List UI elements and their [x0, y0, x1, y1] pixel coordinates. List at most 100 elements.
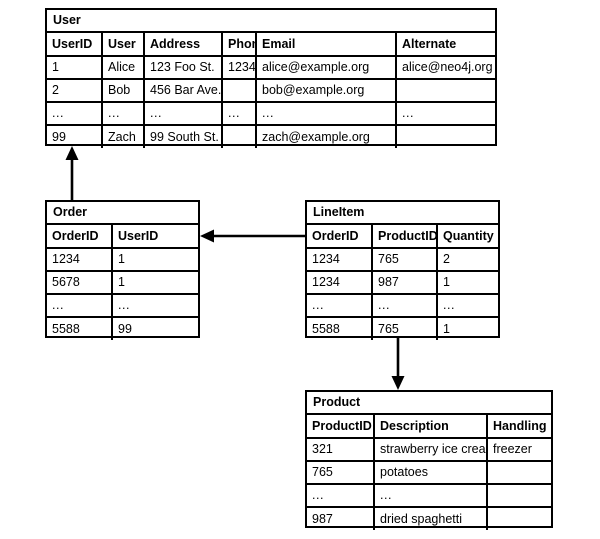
cell-description: strawberry ice cream	[374, 438, 488, 462]
cell-userid: 1	[112, 271, 198, 295]
cell-orderid: 1234	[307, 248, 373, 272]
cell-email: zach@example.org	[256, 125, 397, 148]
cell-productid: 765	[372, 248, 438, 272]
cell-phone	[222, 125, 257, 148]
table-row[interactable]: 2 Bob 456 Bar Ave. bob@example.org	[47, 79, 495, 103]
table-header-row: OrderID ProductID Quantity	[307, 225, 498, 249]
table-row[interactable]: 5678 1	[47, 271, 198, 295]
arrowhead-left-icon	[200, 229, 214, 243]
table-row[interactable]: 99 Zach 99 South St. zach@example.org	[47, 125, 495, 148]
entity-table-product[interactable]: Product ProductID Description Handling 3…	[305, 390, 553, 530]
cell-productid: 987	[307, 507, 375, 530]
cell-productid: 987	[372, 271, 438, 295]
table-header-row: ProductID Description Handling	[307, 415, 551, 439]
cell-orderid: 5588	[47, 317, 113, 340]
cell-alternate: ...	[396, 102, 495, 126]
cell-description: dried spaghetti	[374, 507, 488, 530]
cell-productid: 765	[307, 461, 375, 485]
entity-grid-user: UserID User Address Phone Email Alternat…	[47, 33, 495, 148]
entity-table-order[interactable]: Order OrderID UserID 1234 1 5678 1 ... .…	[45, 200, 200, 340]
entity-grid-lineitem: OrderID ProductID Quantity 1234 765 2 12…	[307, 225, 498, 340]
table-row[interactable]: 321 strawberry ice cream freezer	[307, 438, 551, 462]
column-header-alternate: Alternate	[396, 33, 495, 57]
er-diagram: User UserID User Address Phone Email Alt…	[0, 0, 600, 539]
column-header-userid: UserID	[47, 33, 103, 57]
table-row-ellipsis: ... ... ... ... ... ...	[47, 102, 495, 126]
cell-productid: 321	[307, 438, 375, 462]
cell-userid: 1	[47, 56, 103, 80]
cell-handling: freezer	[487, 438, 551, 462]
cell-email: bob@example.org	[256, 79, 397, 103]
cell-address: ...	[144, 102, 223, 126]
cell-phone	[222, 79, 257, 103]
relationship-lineitem-to-order	[200, 229, 305, 243]
cell-quantity: 2	[437, 248, 498, 272]
cell-quantity: 1	[443, 321, 450, 336]
table-row[interactable]: 5588 765 1	[307, 317, 498, 340]
column-header-email: Email	[256, 33, 397, 57]
cell-user: Bob	[102, 79, 145, 103]
cell-orderid: 5588	[307, 317, 373, 340]
cell-alternate	[396, 125, 495, 148]
column-header-productid: ProductID	[307, 415, 375, 439]
cell-phone: ...	[222, 102, 257, 126]
column-header-description: Description	[374, 415, 488, 439]
table-row[interactable]: 765 potatoes	[307, 461, 551, 485]
cell-user: Zach	[102, 125, 145, 148]
cell-orderid: ...	[47, 294, 113, 318]
cell-handling	[487, 484, 551, 508]
cell-handling	[487, 507, 551, 530]
cell-userid: ...	[47, 102, 103, 126]
cell-phone: 12345678	[222, 56, 257, 80]
cell-orderid: ...	[307, 294, 373, 318]
cell-userid: 99	[118, 321, 132, 336]
table-row[interactable]: 5588 99	[47, 317, 198, 340]
table-row[interactable]: 1234 1	[47, 248, 198, 272]
cell-email: alice@example.org	[256, 56, 397, 80]
entity-grid-product: ProductID Description Handling 321 straw…	[307, 415, 551, 530]
column-header-handling: Handling	[487, 415, 551, 439]
cell-address: 99 South St.	[144, 125, 223, 148]
cell-userid: 2	[47, 79, 103, 103]
table-row-ellipsis: ... ...	[47, 294, 198, 318]
cell-orderid: 1234	[47, 248, 113, 272]
cell-quantity: ...	[437, 294, 498, 318]
cell-alternate: alice@neo4j.org	[396, 56, 495, 80]
cell-quantity: 1	[437, 271, 498, 295]
column-header-productid: ProductID	[372, 225, 438, 249]
table-header-row: OrderID UserID	[47, 225, 198, 249]
cell-user: Alice	[102, 56, 145, 80]
table-row[interactable]: 987 dried spaghetti	[307, 507, 551, 530]
entity-grid-order: OrderID UserID 1234 1 5678 1 ... ... 558…	[47, 225, 198, 340]
column-header-orderid: OrderID	[307, 225, 373, 249]
entity-title-lineitem: LineItem	[307, 202, 498, 225]
cell-orderid: 1234	[307, 271, 373, 295]
cell-handling	[487, 461, 551, 485]
column-header-phone: Phone	[222, 33, 257, 57]
entity-title-product: Product	[307, 392, 551, 415]
arrowhead-up-icon	[65, 146, 79, 160]
relationship-lineitem-to-product	[391, 338, 405, 390]
table-row-ellipsis: ... ... ...	[307, 294, 498, 318]
arrowhead-down-icon	[391, 376, 405, 390]
cell-userid: 99	[47, 125, 103, 148]
cell-address: 123 Foo St.	[144, 56, 223, 80]
cell-alternate	[396, 79, 495, 103]
cell-productid: ...	[307, 484, 375, 508]
entity-table-lineitem[interactable]: LineItem OrderID ProductID Quantity 1234…	[305, 200, 500, 340]
column-header-user: User	[102, 33, 145, 57]
cell-description: potatoes	[374, 461, 488, 485]
cell-email: ...	[256, 102, 397, 126]
entity-title-user: User	[47, 10, 495, 33]
table-row[interactable]: 1234 765 2	[307, 248, 498, 272]
cell-userid: ...	[112, 294, 198, 318]
cell-description: ...	[374, 484, 488, 508]
column-header-address: Address	[144, 33, 223, 57]
entity-table-user[interactable]: User UserID User Address Phone Email Alt…	[45, 8, 497, 148]
table-row[interactable]: 1234 987 1	[307, 271, 498, 295]
cell-userid: 1	[112, 248, 198, 272]
table-row[interactable]: 1 Alice 123 Foo St. 12345678 alice@examp…	[47, 56, 495, 80]
cell-productid: ...	[372, 294, 438, 318]
table-row-ellipsis: ... ...	[307, 484, 551, 508]
cell-address: 456 Bar Ave.	[144, 79, 223, 103]
